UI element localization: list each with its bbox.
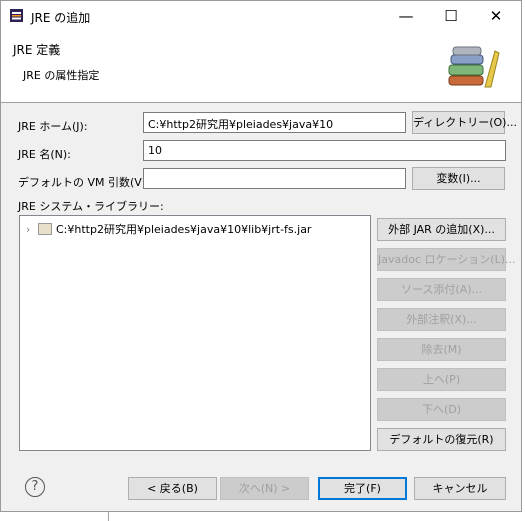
add-external-jar-button[interactable]: 外部 JAR の追加(X)... [377, 218, 506, 241]
eclipse-app-icon [10, 9, 23, 22]
window-title: JRE の追加 [31, 11, 91, 25]
next-button[interactable]: 次へ(N) > [220, 477, 309, 500]
down-button[interactable]: 下へ(D) [377, 398, 506, 421]
close-button[interactable]: ✕ [473, 1, 519, 31]
library-tree[interactable]: › C:¥http2研究用¥pleiades¥java¥10¥lib¥jrt-fs… [19, 215, 371, 451]
cancel-button[interactable]: キャンセル [414, 477, 506, 500]
up-button[interactable]: 上へ(P) [377, 368, 506, 391]
jre-home-label: JRE ホーム(J): [18, 120, 88, 133]
library-item-label: C:¥http2研究用¥pleiades¥java¥10¥lib¥jrt-fs.… [56, 223, 312, 236]
back-button[interactable]: < 戻る(B) [128, 477, 217, 500]
minimize-button[interactable]: — [383, 1, 429, 31]
library-item[interactable]: › C:¥http2研究用¥pleiades¥java¥10¥lib¥jrt-fs… [26, 221, 311, 237]
libraries-label: JRE システム・ライブラリー: [18, 200, 164, 213]
background-area [0, 512, 525, 521]
wizard-header: JRE 定義 JRE の属性指定 [1, 31, 521, 103]
javadoc-location-button[interactable]: Javadoc ロケーション(L)... [377, 248, 515, 271]
jre-name-label: JRE 名(N): [18, 148, 71, 161]
restore-default-button[interactable]: デフォルトの復元(R) [377, 428, 506, 451]
page-description: JRE の属性指定 [23, 69, 100, 82]
add-jre-dialog: JRE の追加 — ☐ ✕ JRE 定義 JRE の属性指定 JRE ホーム(J… [0, 0, 522, 512]
vm-args-field[interactable] [143, 168, 406, 189]
library-books-icon [448, 46, 500, 88]
vm-args-label: デフォルトの VM 引数(V): [18, 176, 150, 189]
jre-home-field[interactable]: C:¥http2研究用¥pleiades¥java¥10 [143, 112, 406, 133]
page-title: JRE 定義 [13, 43, 61, 57]
help-icon[interactable]: ? [25, 477, 45, 497]
maximize-button[interactable]: ☐ [428, 1, 474, 31]
source-attachment-button[interactable]: ソース添付(A)... [377, 278, 506, 301]
external-annotations-button[interactable]: 外部注釈(X)... [377, 308, 506, 331]
background-divider [108, 512, 109, 521]
jar-icon [38, 223, 52, 235]
chevron-right-icon[interactable]: › [26, 223, 36, 236]
variables-button[interactable]: 変数(I)... [412, 167, 505, 190]
directory-button[interactable]: ディレクトリー(O)... [412, 111, 517, 134]
jre-name-field[interactable]: 10 [143, 140, 506, 161]
finish-button[interactable]: 完了(F) [318, 477, 407, 500]
remove-button[interactable]: 除去(M) [377, 338, 506, 361]
title-bar: JRE の追加 — ☐ ✕ [1, 1, 521, 31]
